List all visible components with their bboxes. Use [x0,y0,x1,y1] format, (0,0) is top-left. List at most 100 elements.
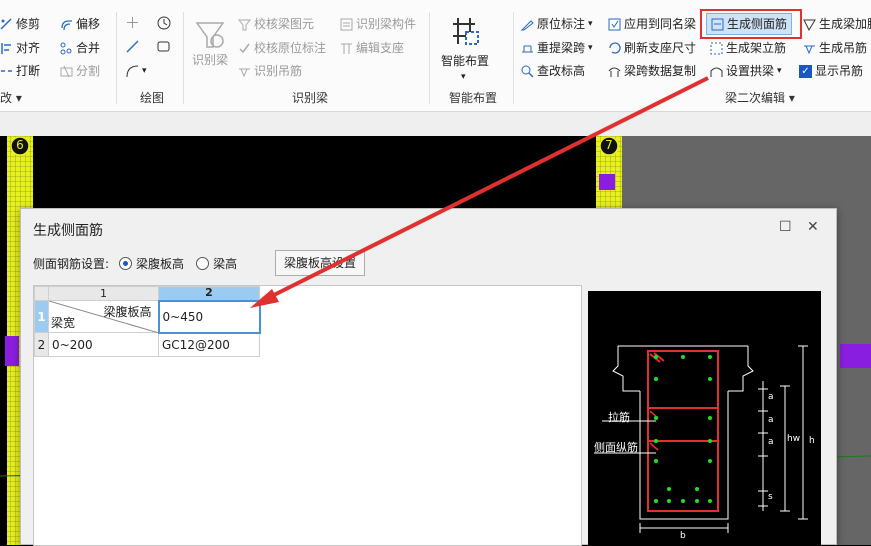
align-icon [0,42,13,55]
check-inplace-mark-button[interactable]: 校核原位标注 [238,40,326,56]
maximize-icon: ☐ [779,219,792,235]
table-cell[interactable]: 0~200 [48,332,159,357]
show-hanger-checkbox[interactable]: ✓ 显示吊筋 [799,63,863,79]
arc-tool[interactable]: ▾ [126,63,147,79]
diagonal-header-cell: 梁腹板高 梁宽 [48,300,159,333]
chevron-down-icon: ▾ [777,66,782,76]
left-group-label: 改 ▾ [0,91,22,105]
set-arch-beam-button[interactable]: 设置拱梁 ▾ [710,63,782,79]
dim-h-label: h [809,436,815,446]
offset-button[interactable]: 偏移 [60,16,100,32]
selected-cell[interactable]: 0~450 [157,299,261,334]
inplace-mark-icon [520,18,534,31]
recognize-beam-button[interactable]: 识别梁 [192,17,228,67]
gen-side-rebar-dialog: 生成侧面筋 ☐ ✕ 侧面钢筋设置: 梁腹板高 梁高 梁腹板高设置 1 2 1 梁… [20,208,837,546]
arch-icon [710,65,723,78]
chevron-down-icon: ▾ [142,66,147,76]
row-header-1: 1 [34,300,49,333]
recognize-beam-icon [195,22,225,48]
smart-layout-label: 智能布置 [441,54,490,68]
recognize-beam-member-button[interactable]: 识别梁构件 [340,16,416,32]
lift-span-icon [521,42,534,55]
refresh-support-button[interactable]: 刷新支座尺寸 [608,40,696,56]
clock-icon [157,16,171,30]
recognize-hanger-button[interactable]: 识别吊筋 [238,63,302,79]
dim-a-label: a [768,437,774,447]
close-button[interactable]: ✕ [807,219,819,235]
setting-label: 侧面钢筋设置: [33,257,110,271]
separator [513,12,514,104]
separator [116,12,117,104]
gen-beam-extra-button[interactable]: 生成梁加腋 [803,16,871,32]
beam-edit-group-label: 梁二次编辑 ▾ [725,91,795,105]
axis-label-b: 7 [605,138,613,152]
dialog-title: 生成侧面筋 [33,223,103,239]
close-icon: ✕ [807,219,819,235]
erect-rebar-icon [710,42,723,55]
rectangle-icon [157,40,170,53]
side-rebar-setting-row: 侧面钢筋设置: 梁腹板高 梁高 [33,255,237,272]
separator [183,12,184,104]
header-cell-top: 梁腹板高 [103,305,152,319]
tab-strip [0,112,871,136]
dim-hw-label: hw [787,434,801,444]
line-icon [126,40,139,53]
chevron-down-icon: ▾ [588,43,593,53]
tie-label: 拉筋 [608,411,630,424]
check-mark-icon [238,42,251,55]
side-bar-label: 侧面纵筋 [594,441,638,454]
line-tool[interactable] [126,40,139,53]
copy-icon [608,65,621,78]
rect-tool[interactable] [157,40,170,53]
gen-side-rebar-button[interactable]: 生成侧面筋 [706,13,793,35]
row-header-2: 2 [34,332,49,357]
maximize-button[interactable]: ☐ [779,219,792,235]
draw-group-label: 绘图 [140,91,165,105]
merge-button[interactable]: 合并 [60,40,100,56]
align-button[interactable]: 对齐 [0,40,40,56]
radio-beam-height[interactable] [196,257,210,270]
edit-support-button[interactable]: 编辑支座 [340,40,404,56]
smart-group-label: 智能布置 [449,91,498,105]
break-icon [0,65,13,78]
separator [429,12,430,104]
smart-layout-button[interactable] [447,14,481,51]
dim-b-label: b [680,531,686,541]
dim-s-label: s [768,492,773,502]
lift-span-button[interactable]: 重提梁跨 ▾ [521,40,593,56]
radio-beam-height-label: 梁高 [213,257,238,271]
break-button[interactable]: 打断 [0,63,40,79]
chevron-down-icon: ▾ [461,72,466,82]
trim-button[interactable]: 修剪 [0,16,40,32]
gen-erect-rebar-button[interactable]: 生成架立筋 [710,40,786,56]
point-icon [126,16,139,29]
point-tool[interactable] [126,16,139,29]
axis-label-a: 6 [16,138,24,152]
side-rebar-icon [711,18,724,31]
rebar-table-panel: 1 2 1 梁腹板高 梁宽 0~450 2 0~200 GC12@200 [33,285,582,546]
table-cell[interactable]: GC12@200 [158,332,260,357]
col-header-1: 1 [48,286,159,301]
split-button[interactable]: 分割 [60,63,100,79]
check-elevation-button[interactable]: 查改标高 [521,63,585,79]
elevation-icon [521,65,534,78]
offset-icon [60,18,73,31]
inplace-mark-button[interactable]: 原位标注 ▾ [520,16,593,32]
dim-a-label: a [768,392,774,402]
recognize-group-label: 识别梁 [292,91,329,105]
beam-extra-icon [803,18,816,31]
gen-hanger-button[interactable]: 生成吊筋 [803,40,867,56]
rotate-point-tool[interactable] [157,16,171,30]
hanger-icon [803,42,816,55]
check-beam-element-button[interactable]: 校核梁图元 [237,16,314,32]
smart-layout-icon [453,18,479,45]
support-icon [340,42,353,55]
radio-web-height-label: 梁腹板高 [136,257,185,271]
copy-span-data-button[interactable]: 梁跨数据复制 [608,63,696,79]
section-preview: 拉筋 侧面纵筋 a a a s hw h b [588,291,821,546]
corner-cell [34,286,49,301]
dim-a-label: a [768,415,774,425]
apply-same-name-button[interactable]: 应用到同名梁 [608,16,696,32]
radio-web-height[interactable] [119,257,133,270]
web-height-setting-button[interactable]: 梁腹板高设置 [275,250,366,276]
